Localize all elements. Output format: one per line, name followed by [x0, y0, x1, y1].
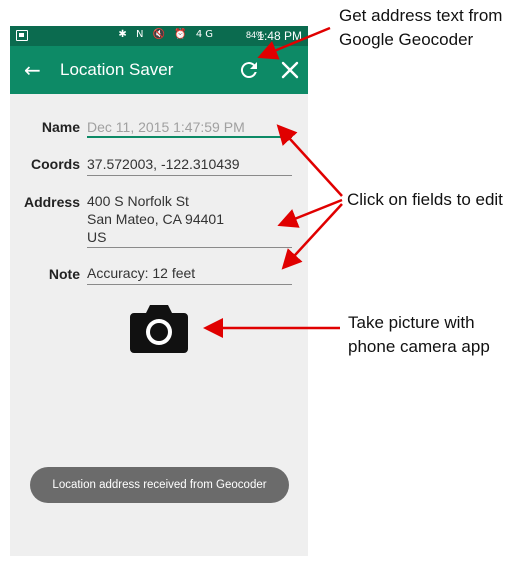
address-line-2: San Mateo, CA 94401	[87, 211, 224, 227]
note-field[interactable]: Accuracy: 12 feet	[87, 264, 292, 285]
toast-message: Location address received from Geocoder	[30, 467, 289, 503]
gallery-notification-icon	[16, 30, 28, 41]
address-line-3: US	[87, 229, 107, 245]
callout-geocoder-line-2: Google Geocoder	[339, 30, 474, 49]
status-bar: ✱ N 🔇 ⏰ 4G 84% 1:48 PM	[10, 26, 308, 46]
name-field[interactable]: Dec 11, 2015 1:47:59 PM	[87, 118, 292, 138]
callout-camera-line-1: Take picture with	[348, 313, 475, 332]
app-bar: ← Location Saver	[10, 46, 308, 94]
refresh-icon[interactable]	[237, 58, 261, 82]
coords-field[interactable]: 37.572003, -122.310439	[87, 155, 292, 176]
callout-camera-line-2: phone camera app	[348, 337, 490, 356]
callout-geocoder: Get address text from Google Geocoder	[339, 4, 502, 52]
callout-geocoder-line-1: Get address text from	[339, 6, 503, 25]
phone-screen: ✱ N 🔇 ⏰ 4G 84% 1:48 PM ← Location Saver …	[10, 26, 308, 556]
address-label: Address	[23, 194, 80, 210]
app-title: Location Saver	[60, 60, 174, 79]
camera-icon[interactable]	[130, 301, 188, 353]
status-icons: ✱ N 🔇 ⏰ 4G	[118, 29, 216, 40]
name-label: Name	[41, 119, 80, 135]
address-field[interactable]: 400 S Norfolk St San Mateo, CA 94401 US	[87, 192, 292, 248]
clock: 1:48 PM	[257, 29, 302, 43]
callout-edit: Click on fields to edit	[347, 190, 503, 209]
callout-camera: Take picture with phone camera app	[348, 311, 490, 359]
close-icon[interactable]	[278, 58, 302, 82]
back-arrow-icon[interactable]: ←	[24, 59, 46, 81]
note-label: Note	[48, 266, 80, 282]
address-line-1: 400 S Norfolk St	[87, 193, 189, 209]
coords-label: Coords	[31, 156, 80, 172]
